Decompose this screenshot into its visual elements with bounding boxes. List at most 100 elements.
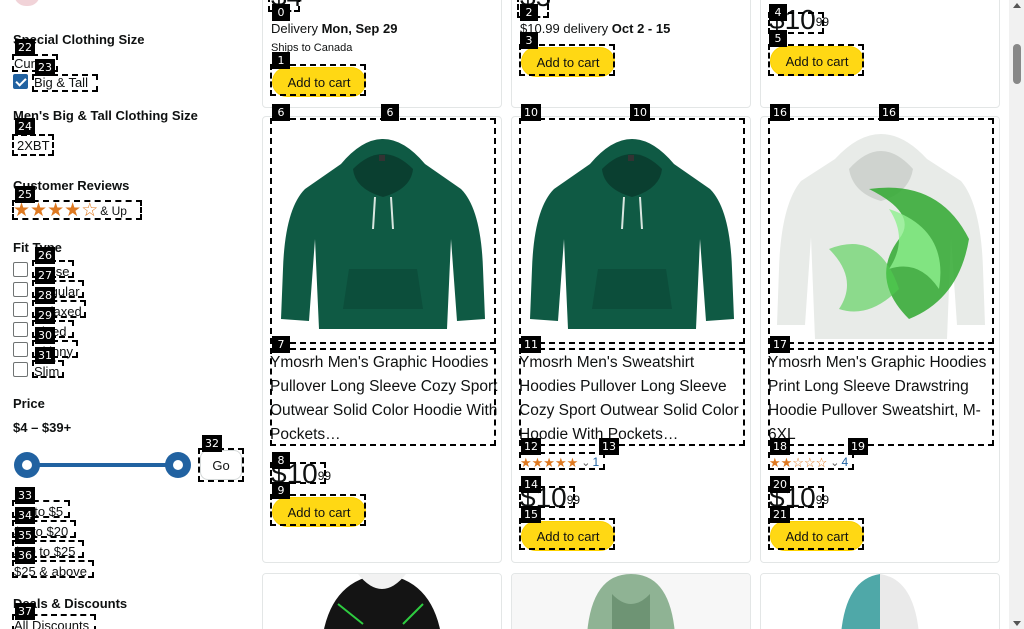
product-card-2: Ymosrh Men's Sweatshirt Hoodies Pullover… <box>511 116 751 563</box>
fit-fitted-checkbox[interactable] <box>13 322 28 337</box>
page-scrollbar[interactable] <box>1009 0 1024 629</box>
annotation-label: 37 <box>15 603 35 620</box>
price-25-and-above[interactable]: $25 & above <box>14 564 87 579</box>
rating-count[interactable]: 4 <box>842 455 849 469</box>
annotation-label: 6 <box>381 104 399 121</box>
annotation-label: 6 <box>272 104 290 121</box>
price-fraction: 99 <box>566 493 581 507</box>
rating-count[interactable]: 1 <box>593 455 600 469</box>
big-tall-checkbox[interactable] <box>13 74 28 89</box>
annotation-label: 30 <box>35 327 55 344</box>
chevron-down-icon: ⌄ <box>830 456 840 469</box>
annotation-label: 10 <box>521 104 541 121</box>
annotation-label: 2 <box>520 4 538 21</box>
annotation-label: 5 <box>769 30 787 47</box>
annotation-label: 26 <box>35 247 55 264</box>
annotation-label: 28 <box>35 287 55 304</box>
annotation-label: 22 <box>15 39 35 56</box>
add-to-cart-button[interactable]: Add to cart <box>272 497 366 527</box>
fit-relaxed-checkbox[interactable] <box>13 302 28 317</box>
price-go-button[interactable]: Go <box>200 450 242 480</box>
teal-hoodie-image[interactable] <box>761 574 999 629</box>
star-half-icon: ★★☆☆☆ <box>769 454 828 470</box>
price-slider-track[interactable] <box>28 463 178 467</box>
fit-slim-label[interactable]: Slim <box>34 364 59 379</box>
annotation-label: 17 <box>770 336 790 353</box>
annotation-label: 15 <box>521 506 541 523</box>
product-card-top-2: $5 $10.99 delivery Oct 2 - 15 Add to car… <box>511 0 751 108</box>
annotation-label: 35 <box>15 527 35 544</box>
fit-slim-checkbox[interactable] <box>13 362 28 377</box>
annotation-label: 8 <box>272 452 290 469</box>
green-hoodie-image <box>520 119 744 343</box>
black-hoodie-image[interactable] <box>263 574 501 629</box>
annotation-label: 32 <box>202 435 222 452</box>
annotation-label: 14 <box>521 476 541 493</box>
price-range-text: $4 – $39+ <box>13 420 72 435</box>
fit-loose-checkbox[interactable] <box>13 262 28 277</box>
sage-hoodie-image[interactable] <box>512 574 750 629</box>
add-to-cart-button[interactable]: Add to cart <box>521 521 615 551</box>
product-title[interactable]: Ymosrh Men's Sweatshirt Hoodies Pullover… <box>519 351 749 447</box>
annotation-label: 9 <box>272 482 290 499</box>
add-to-cart-button[interactable]: Add to cart <box>521 47 615 77</box>
reviews-and-up-text: & Up <box>100 203 127 218</box>
annotation-label: 27 <box>35 267 55 284</box>
product-card-5 <box>511 573 751 629</box>
rating-widget[interactable]: ★★☆☆☆ ⌄ 4 <box>769 455 848 469</box>
delivery-info: Delivery Mon, Sep 29 <box>271 21 397 36</box>
delivery-date: Oct 2 - 15 <box>611 21 671 36</box>
rating-widget[interactable]: ★★★★★ ⌄ 1 <box>520 455 599 469</box>
price-fraction: 99 <box>815 493 830 507</box>
price-slider-max-handle[interactable] <box>165 452 191 478</box>
annotation-label: 0 <box>272 4 290 21</box>
add-to-cart-button[interactable]: Add to cart <box>272 67 366 97</box>
annotation-label: 19 <box>848 438 868 455</box>
delivery-date: Mon, Sep 29 <box>321 21 398 36</box>
annotation-label: 18 <box>770 438 790 455</box>
annotation-label: 16 <box>770 104 790 121</box>
price-heading: Price <box>13 396 45 411</box>
add-to-cart-button[interactable]: Add to cart <box>770 46 864 76</box>
product-image[interactable] <box>271 119 495 343</box>
annotation-label: 4 <box>769 4 787 21</box>
fit-regular-checkbox[interactable] <box>13 282 28 297</box>
product-card-top-3: $1099 Add to cart <box>760 0 1000 108</box>
star-full-icon: ★ <box>47 200 65 221</box>
product-image[interactable] <box>520 119 744 343</box>
star-full-icon: ★ <box>13 200 31 221</box>
star-empty-icon: ☆ <box>81 200 99 221</box>
graphic-hoodie-image <box>769 119 993 343</box>
add-to-cart-button[interactable]: Add to cart <box>770 521 864 551</box>
annotation-label: 31 <box>35 347 55 364</box>
annotation-label: 20 <box>770 476 790 493</box>
product-card-3: Ymosrh Men's Graphic Hoodies Print Long … <box>760 116 1000 563</box>
size-2xbt-option[interactable]: 2XBT <box>17 138 50 153</box>
product-card-4 <box>262 573 502 629</box>
annotation-label: 33 <box>15 487 35 504</box>
fit-skinny-checkbox[interactable] <box>13 342 28 357</box>
size-option-big-tall[interactable]: Big & Tall <box>34 75 88 90</box>
product-title[interactable]: Ymosrh Men's Graphic Hoodies Pullover Lo… <box>270 351 500 447</box>
product-image[interactable] <box>769 119 993 343</box>
price-fraction: 99 <box>317 469 332 483</box>
reviews-4-up-filter[interactable]: ★ ★ ★ ★ ☆ & Up <box>13 201 137 220</box>
annotation-label: 24 <box>15 118 35 135</box>
product-card-top-1: $4 Delivery Mon, Sep 29 Ships to Canada … <box>262 0 502 108</box>
annotation-label: 16 <box>879 104 899 121</box>
price-slider-min-handle[interactable] <box>14 452 40 478</box>
green-hoodie-image <box>271 119 495 343</box>
product-title[interactable]: Ymosrh Men's Graphic Hoodies Print Long … <box>768 351 998 447</box>
annotation-label: 7 <box>272 336 290 353</box>
scroll-thumb[interactable] <box>1013 44 1021 84</box>
star-full-icon: ★ <box>64 200 82 221</box>
scroll-down-arrow-icon[interactable] <box>1013 621 1021 626</box>
star-full-icon: ★ <box>30 200 48 221</box>
product-card-6 <box>760 573 1000 629</box>
scroll-up-arrow-icon[interactable] <box>1013 3 1021 8</box>
chevron-down-icon: ⌄ <box>581 456 591 469</box>
delivery-prefix: Delivery <box>271 21 322 36</box>
annotation-label: 10 <box>630 104 650 121</box>
big-tall-heading: Men's Big & Tall Clothing Size <box>13 108 198 123</box>
annotation-label: 36 <box>15 547 35 564</box>
